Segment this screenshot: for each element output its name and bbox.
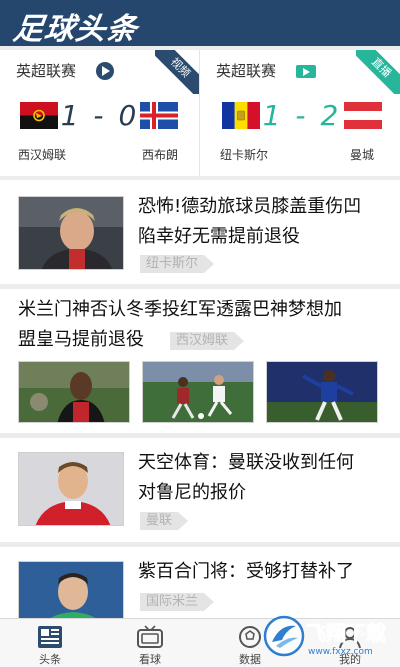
newspaper-icon <box>36 625 64 649</box>
news-item[interactable]: 恐怖!德劲旅球员膝盖重伤凹 陷幸好无需提前退役 纽卡斯尔 <box>0 180 400 284</box>
match-score: 1 - 2 <box>262 99 342 132</box>
nav-label: 看球 <box>139 653 161 666</box>
home-team-name: 纽卡斯尔 <box>220 148 269 162</box>
news-thumbnail <box>18 452 124 526</box>
app-screen: 足球头条 英超联赛 视频 1 - 0 西汉姆联 西布朗 英超联赛 直播 1 - … <box>0 0 400 667</box>
news-image-3 <box>266 361 378 423</box>
news-title-line-2: 盟皇马提前退役 <box>18 329 144 350</box>
live-ribbon: 直播 <box>356 50 400 94</box>
home-team-name: 西汉姆联 <box>18 148 67 162</box>
team-tag[interactable]: 曼联 <box>140 512 188 530</box>
match-score: 1 - 0 <box>60 99 140 132</box>
away-team-flag <box>344 102 382 129</box>
nav-tab-headlines[interactable]: 头条 <box>0 619 100 667</box>
watermark-logo: 飞翔下载 www.fxxz.com <box>262 614 396 658</box>
match-scoreboard: 英超联赛 视频 1 - 0 西汉姆联 西布朗 英超联赛 直播 1 - 2 纽卡斯… <box>0 50 400 176</box>
data-icon <box>236 625 264 649</box>
video-ribbon: 视频 <box>155 50 199 94</box>
team-tag[interactable]: 国际米兰 <box>140 593 214 611</box>
news-thumbnail <box>18 196 124 270</box>
tv-icon <box>136 625 164 649</box>
news-item[interactable]: 米兰门神否认冬季投红军透露巴神梦想加 盟皇马提前退役 西汉姆联 <box>0 289 400 433</box>
news-thumbnail <box>18 561 124 618</box>
news-feed: 恐怖!德劲旅球员膝盖重伤凹 陷幸好无需提前退役 纽卡斯尔 米兰门神否认冬季投红军… <box>0 180 400 618</box>
svg-text:飞翔下载: 飞翔下载 <box>306 621 386 645</box>
news-item[interactable]: 紫百合门将：受够打替补了 国际米兰 <box>0 547 400 618</box>
league-name: 英超联赛 <box>16 62 77 80</box>
news-title-line-1: 恐怖!德劲旅球员膝盖重伤凹 <box>138 196 362 217</box>
video-ribbon-label: 视频 <box>155 50 199 94</box>
news-title-line-2: 对鲁尼的报价 <box>138 482 246 503</box>
svg-text:www.fxxz.com: www.fxxz.com <box>308 647 373 657</box>
away-team-name: 西布朗 <box>142 148 179 162</box>
nav-label: 头条 <box>39 653 61 666</box>
home-team-flag <box>20 102 58 129</box>
team-tag[interactable]: 纽卡斯尔 <box>140 255 214 273</box>
league-name: 英超联赛 <box>216 62 277 80</box>
away-team-name: 曼城 <box>350 148 375 162</box>
news-item[interactable]: 天空体育：曼联没收到任何 对鲁尼的报价 曼联 <box>0 438 400 542</box>
news-title-line-1: 天空体育：曼联没收到任何 <box>138 452 354 473</box>
home-team-flag <box>222 102 260 129</box>
nav-tab-watch[interactable]: 看球 <box>100 619 200 667</box>
app-logo: 足球头条 <box>11 12 140 47</box>
live-ribbon-label: 直播 <box>356 50 400 94</box>
news-image-1 <box>18 361 130 423</box>
news-image-2 <box>142 361 254 423</box>
away-team-flag <box>140 102 178 129</box>
app-header: 足球头条 <box>0 0 400 47</box>
news-title-line-2: 陷幸好无需提前退役 <box>138 226 300 247</box>
team-tag[interactable]: 西汉姆联 <box>170 332 244 350</box>
match-card-1[interactable]: 英超联赛 视频 1 - 0 西汉姆联 西布朗 <box>0 50 200 176</box>
live-play-icon <box>296 62 316 80</box>
news-title-line-1: 紫百合门将：受够打替补了 <box>138 561 354 582</box>
news-title-line-1: 米兰门神否认冬季投红军透露巴神梦想加 <box>18 299 342 320</box>
video-play-icon <box>96 62 114 80</box>
